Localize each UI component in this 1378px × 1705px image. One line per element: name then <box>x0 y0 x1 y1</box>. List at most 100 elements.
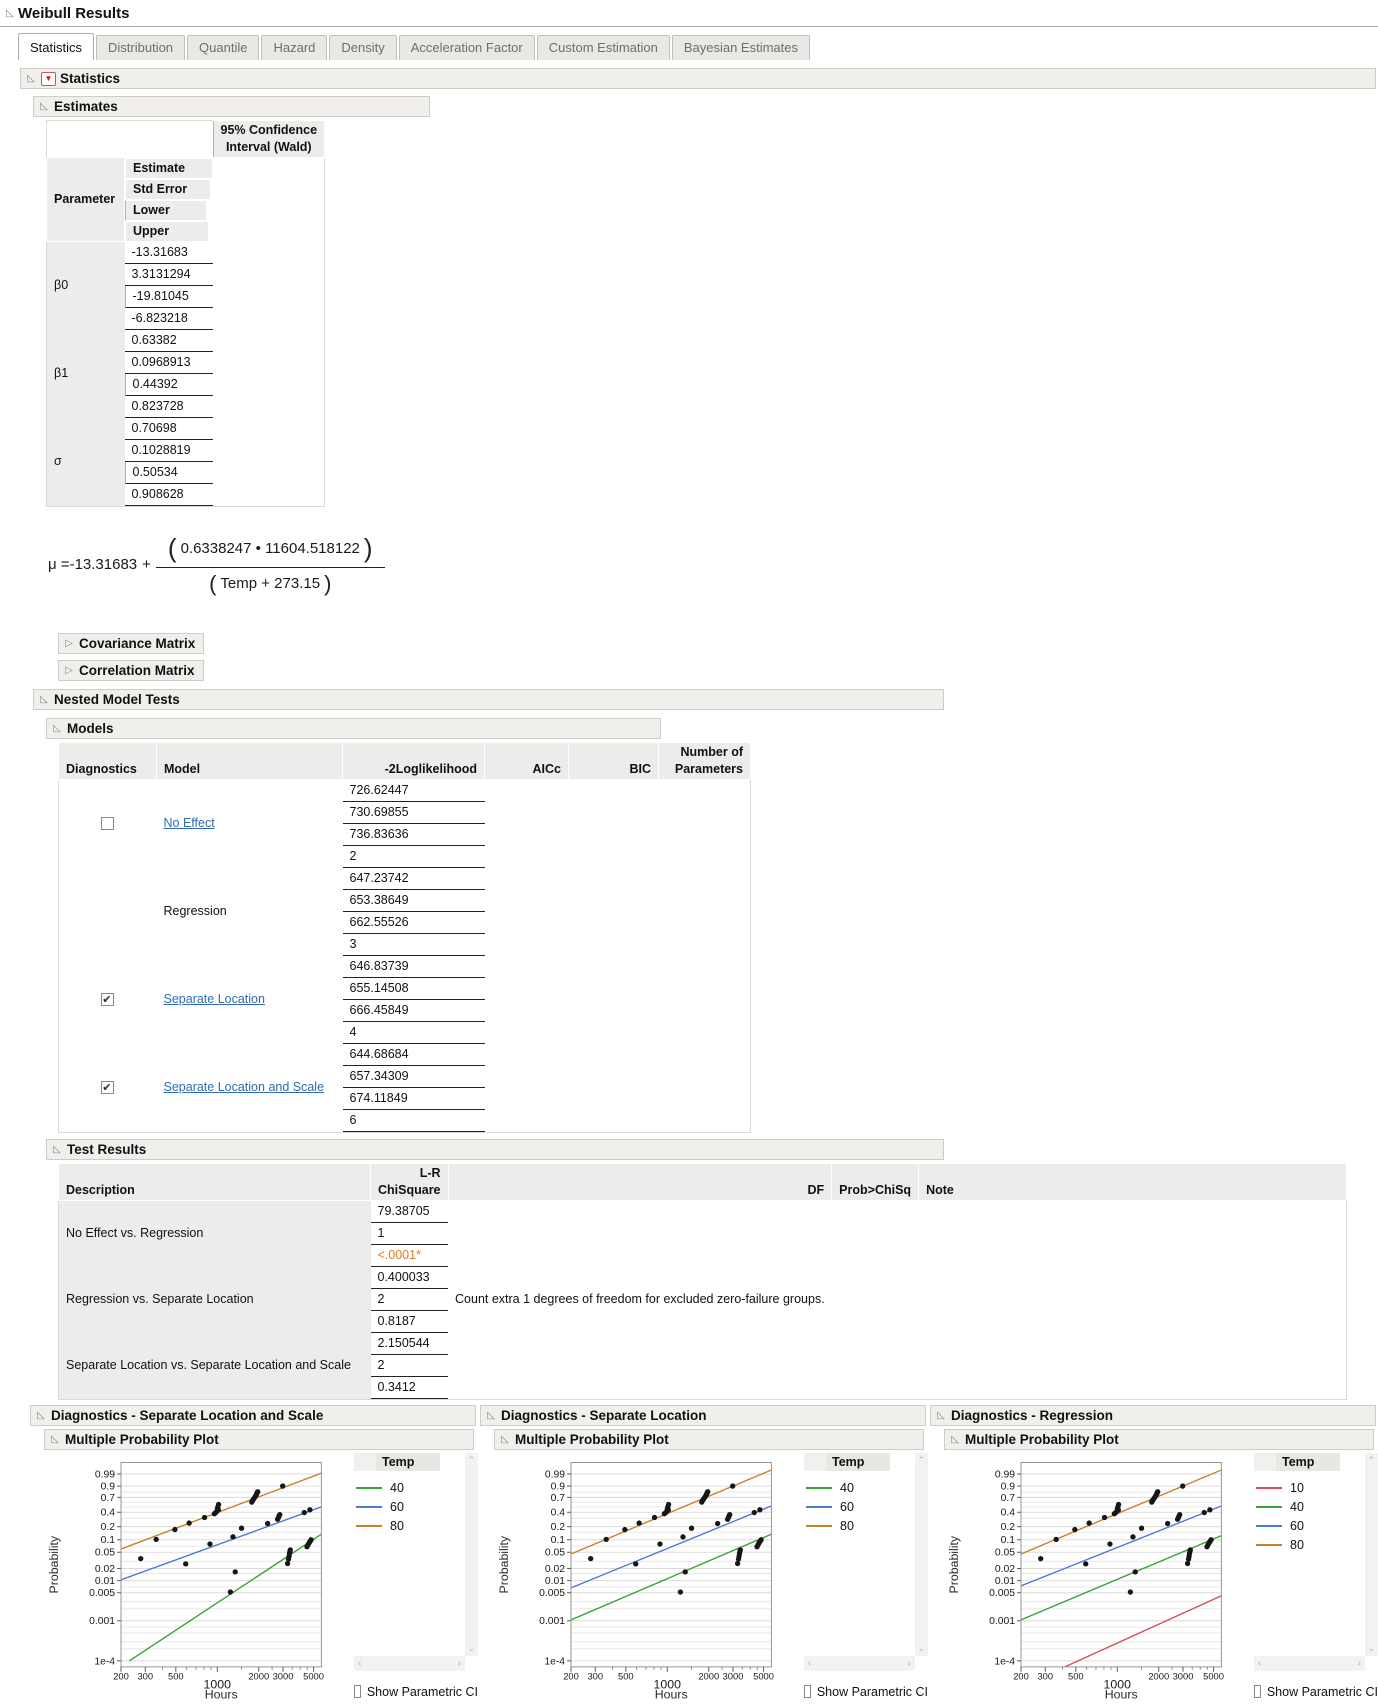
legend-item-temp-60[interactable]: 60 <box>356 1498 478 1517</box>
show-parametric-ci-checkbox[interactable] <box>1254 1685 1261 1698</box>
show-parametric-ci-checkbox[interactable] <box>804 1685 811 1698</box>
svg-text:0.05: 0.05 <box>95 1547 115 1558</box>
disclosure-open-icon[interactable]: ◺ <box>485 1410 497 1421</box>
estimates-col-upper: Upper <box>125 221 209 242</box>
disclosure-open-icon[interactable]: ◺ <box>35 1410 47 1421</box>
chevron-up-icon[interactable]: ⌃ <box>468 1455 476 1466</box>
tab-quantile[interactable]: Quantile <box>187 35 259 60</box>
chevron-left-icon[interactable]: ‹ <box>808 1658 811 1669</box>
vertical-scrollbar[interactable]: ⌃⌄ <box>1365 1453 1378 1656</box>
chevron-up-icon[interactable]: ⌃ <box>918 1455 926 1466</box>
chevron-down-icon[interactable]: ⌄ <box>1368 1643 1376 1654</box>
chevron-left-icon[interactable]: ‹ <box>358 1658 361 1669</box>
table-row: No Effect vs. Regression79.387051<.0001* <box>59 1200 1347 1267</box>
svg-text:2000: 2000 <box>698 1671 719 1681</box>
chevron-up-icon[interactable]: ⌃ <box>1368 1455 1376 1466</box>
data-point <box>216 1507 221 1512</box>
show-parametric-ci-checkbox[interactable] <box>354 1685 361 1698</box>
disclosure-open-icon[interactable]: ◺ <box>51 723 63 734</box>
chevron-right-icon[interactable]: › <box>908 1658 911 1669</box>
horizontal-scrollbar[interactable]: ‹› <box>354 1656 465 1671</box>
test-results-outline-header[interactable]: ◺ Test Results <box>46 1139 944 1160</box>
nested-model-tests-title: Nested Model Tests <box>54 692 180 707</box>
diagnostics-checkbox[interactable] <box>101 817 114 830</box>
data-point <box>683 1569 688 1574</box>
models-outline-header[interactable]: ◺ Models <box>46 718 661 739</box>
tab-bayesian-estimates[interactable]: Bayesian Estimates <box>672 35 810 60</box>
svg-text:5000: 5000 <box>303 1671 324 1681</box>
vertical-scrollbar[interactable]: ⌃⌄ <box>465 1453 478 1656</box>
legend-item-temp-40[interactable]: 40 <box>806 1479 928 1498</box>
data-point <box>265 1520 270 1525</box>
probability-plot-header[interactable]: ◺Multiple Probability Plot <box>44 1429 474 1450</box>
svg-text:500: 500 <box>618 1671 634 1681</box>
data-point <box>1128 1589 1133 1594</box>
legend-label: 60 <box>840 1500 854 1514</box>
chevron-down-icon[interactable]: ⌄ <box>918 1643 926 1654</box>
model-link[interactable]: Separate Location and Scale <box>164 1080 325 1094</box>
test-results-table: DescriptionL-RChiSquareDFProb>ChiSqNoteN… <box>58 1163 1347 1400</box>
tab-density[interactable]: Density <box>329 35 396 60</box>
nested-model-tests-header[interactable]: ◺ Nested Model Tests <box>33 689 944 710</box>
data-point <box>735 1560 740 1565</box>
legend-item-temp-60[interactable]: 60 <box>806 1498 928 1517</box>
probability-plot-header[interactable]: ◺Multiple Probability Plot <box>944 1429 1374 1450</box>
disclosure-open-icon[interactable]: ◺ <box>49 1434 61 1445</box>
tab-acceleration-factor[interactable]: Acceleration Factor <box>399 35 535 60</box>
legend-item-temp-40[interactable]: 40 <box>1256 1498 1378 1517</box>
model-link[interactable]: No Effect <box>164 816 215 830</box>
disclosure-open-icon[interactable]: ◺ <box>51 1144 63 1155</box>
legend-item-temp-40[interactable]: 40 <box>356 1479 478 1498</box>
tab-hazard[interactable]: Hazard <box>261 35 327 60</box>
tab-custom-estimation[interactable]: Custom Estimation <box>537 35 670 60</box>
covariance-matrix-header[interactable]: ▷ Covariance Matrix <box>58 633 204 654</box>
disclosure-closed-icon[interactable]: ▷ <box>63 665 75 676</box>
disclosure-open-icon[interactable]: ◺ <box>4 8 16 19</box>
probability-plot-header[interactable]: ◺ Multiple Probability Plot <box>494 1429 924 1450</box>
legend-item-temp-80[interactable]: 80 <box>806 1517 928 1536</box>
red-triangle-menu-icon[interactable]: ▼ <box>41 72 56 86</box>
formula-numerator: 0.6338247 • 11604.518122 <box>181 540 360 557</box>
disclosure-open-icon[interactable]: ◺ <box>38 694 50 705</box>
diagnostics-checkbox[interactable] <box>101 993 114 1006</box>
legend-item-temp-10[interactable]: 10 <box>1256 1479 1378 1498</box>
disclosure-open-icon[interactable]: ◺ <box>38 101 50 112</box>
estimates-col-estimate: Estimate <box>125 158 213 179</box>
disclosure-open-icon[interactable]: ◺ <box>949 1434 961 1445</box>
legend-item-temp-80[interactable]: 80 <box>1256 1536 1378 1555</box>
horizontal-scrollbar[interactable]: ‹› <box>804 1656 915 1671</box>
diagnostics-panel-header[interactable]: ◺Diagnostics - Separate Location <box>480 1405 926 1426</box>
disclosure-open-icon[interactable]: ◺ <box>25 73 37 84</box>
tab-distribution[interactable]: Distribution <box>96 35 185 60</box>
data-point <box>757 1507 762 1512</box>
chevron-left-icon[interactable]: ‹ <box>1258 1658 1261 1669</box>
legend-item-temp-60[interactable]: 60 <box>1256 1517 1378 1536</box>
model-link[interactable]: Separate Location <box>164 992 265 1006</box>
models-col-number-of-parameters: Number ofParameters <box>659 742 751 779</box>
disclosure-open-icon[interactable]: ◺ <box>499 1434 511 1445</box>
vertical-scrollbar[interactable]: ⌃⌄ <box>915 1453 928 1656</box>
data-point <box>705 1489 710 1494</box>
probability-plot-title: Multiple Probability Plot <box>515 1432 669 1447</box>
tab-statistics[interactable]: Statistics <box>18 33 94 60</box>
diagnostics-panel-header[interactable]: ◺Diagnostics - Regression <box>930 1405 1376 1426</box>
estimates-outline-header[interactable]: ◺ Estimates <box>33 96 430 117</box>
horizontal-scrollbar[interactable]: ‹› <box>1254 1656 1365 1671</box>
legend-item-temp-80[interactable]: 80 <box>356 1517 478 1536</box>
disclosure-closed-icon[interactable]: ▷ <box>63 638 75 649</box>
data-point <box>727 1511 732 1516</box>
chevron-right-icon[interactable]: › <box>458 1658 461 1669</box>
svg-text:5000: 5000 <box>1203 1671 1224 1681</box>
data-point <box>307 1507 312 1512</box>
chevron-right-icon[interactable]: › <box>1358 1658 1361 1669</box>
data-point <box>302 1509 307 1514</box>
table-row: Regression vs. Separate Location0.400033… <box>59 1267 1347 1333</box>
diagnostics-checkbox[interactable] <box>101 1081 114 1094</box>
diagnostics-panel: ◺Diagnostics - Regression ◺Multiple Proba… <box>930 1405 1378 1705</box>
diagnostics-panel-header[interactable]: ◺Diagnostics - Separate Location and Sca… <box>30 1405 476 1426</box>
chevron-down-icon[interactable]: ⌄ <box>468 1643 476 1654</box>
correlation-matrix-header[interactable]: ▷ Correlation Matrix <box>58 660 204 681</box>
statistics-outline-header[interactable]: ◺ ▼ Statistics <box>20 68 1376 89</box>
disclosure-open-icon[interactable]: ◺ <box>935 1410 947 1421</box>
description-cell: No Effect vs. Regression <box>59 1200 371 1267</box>
